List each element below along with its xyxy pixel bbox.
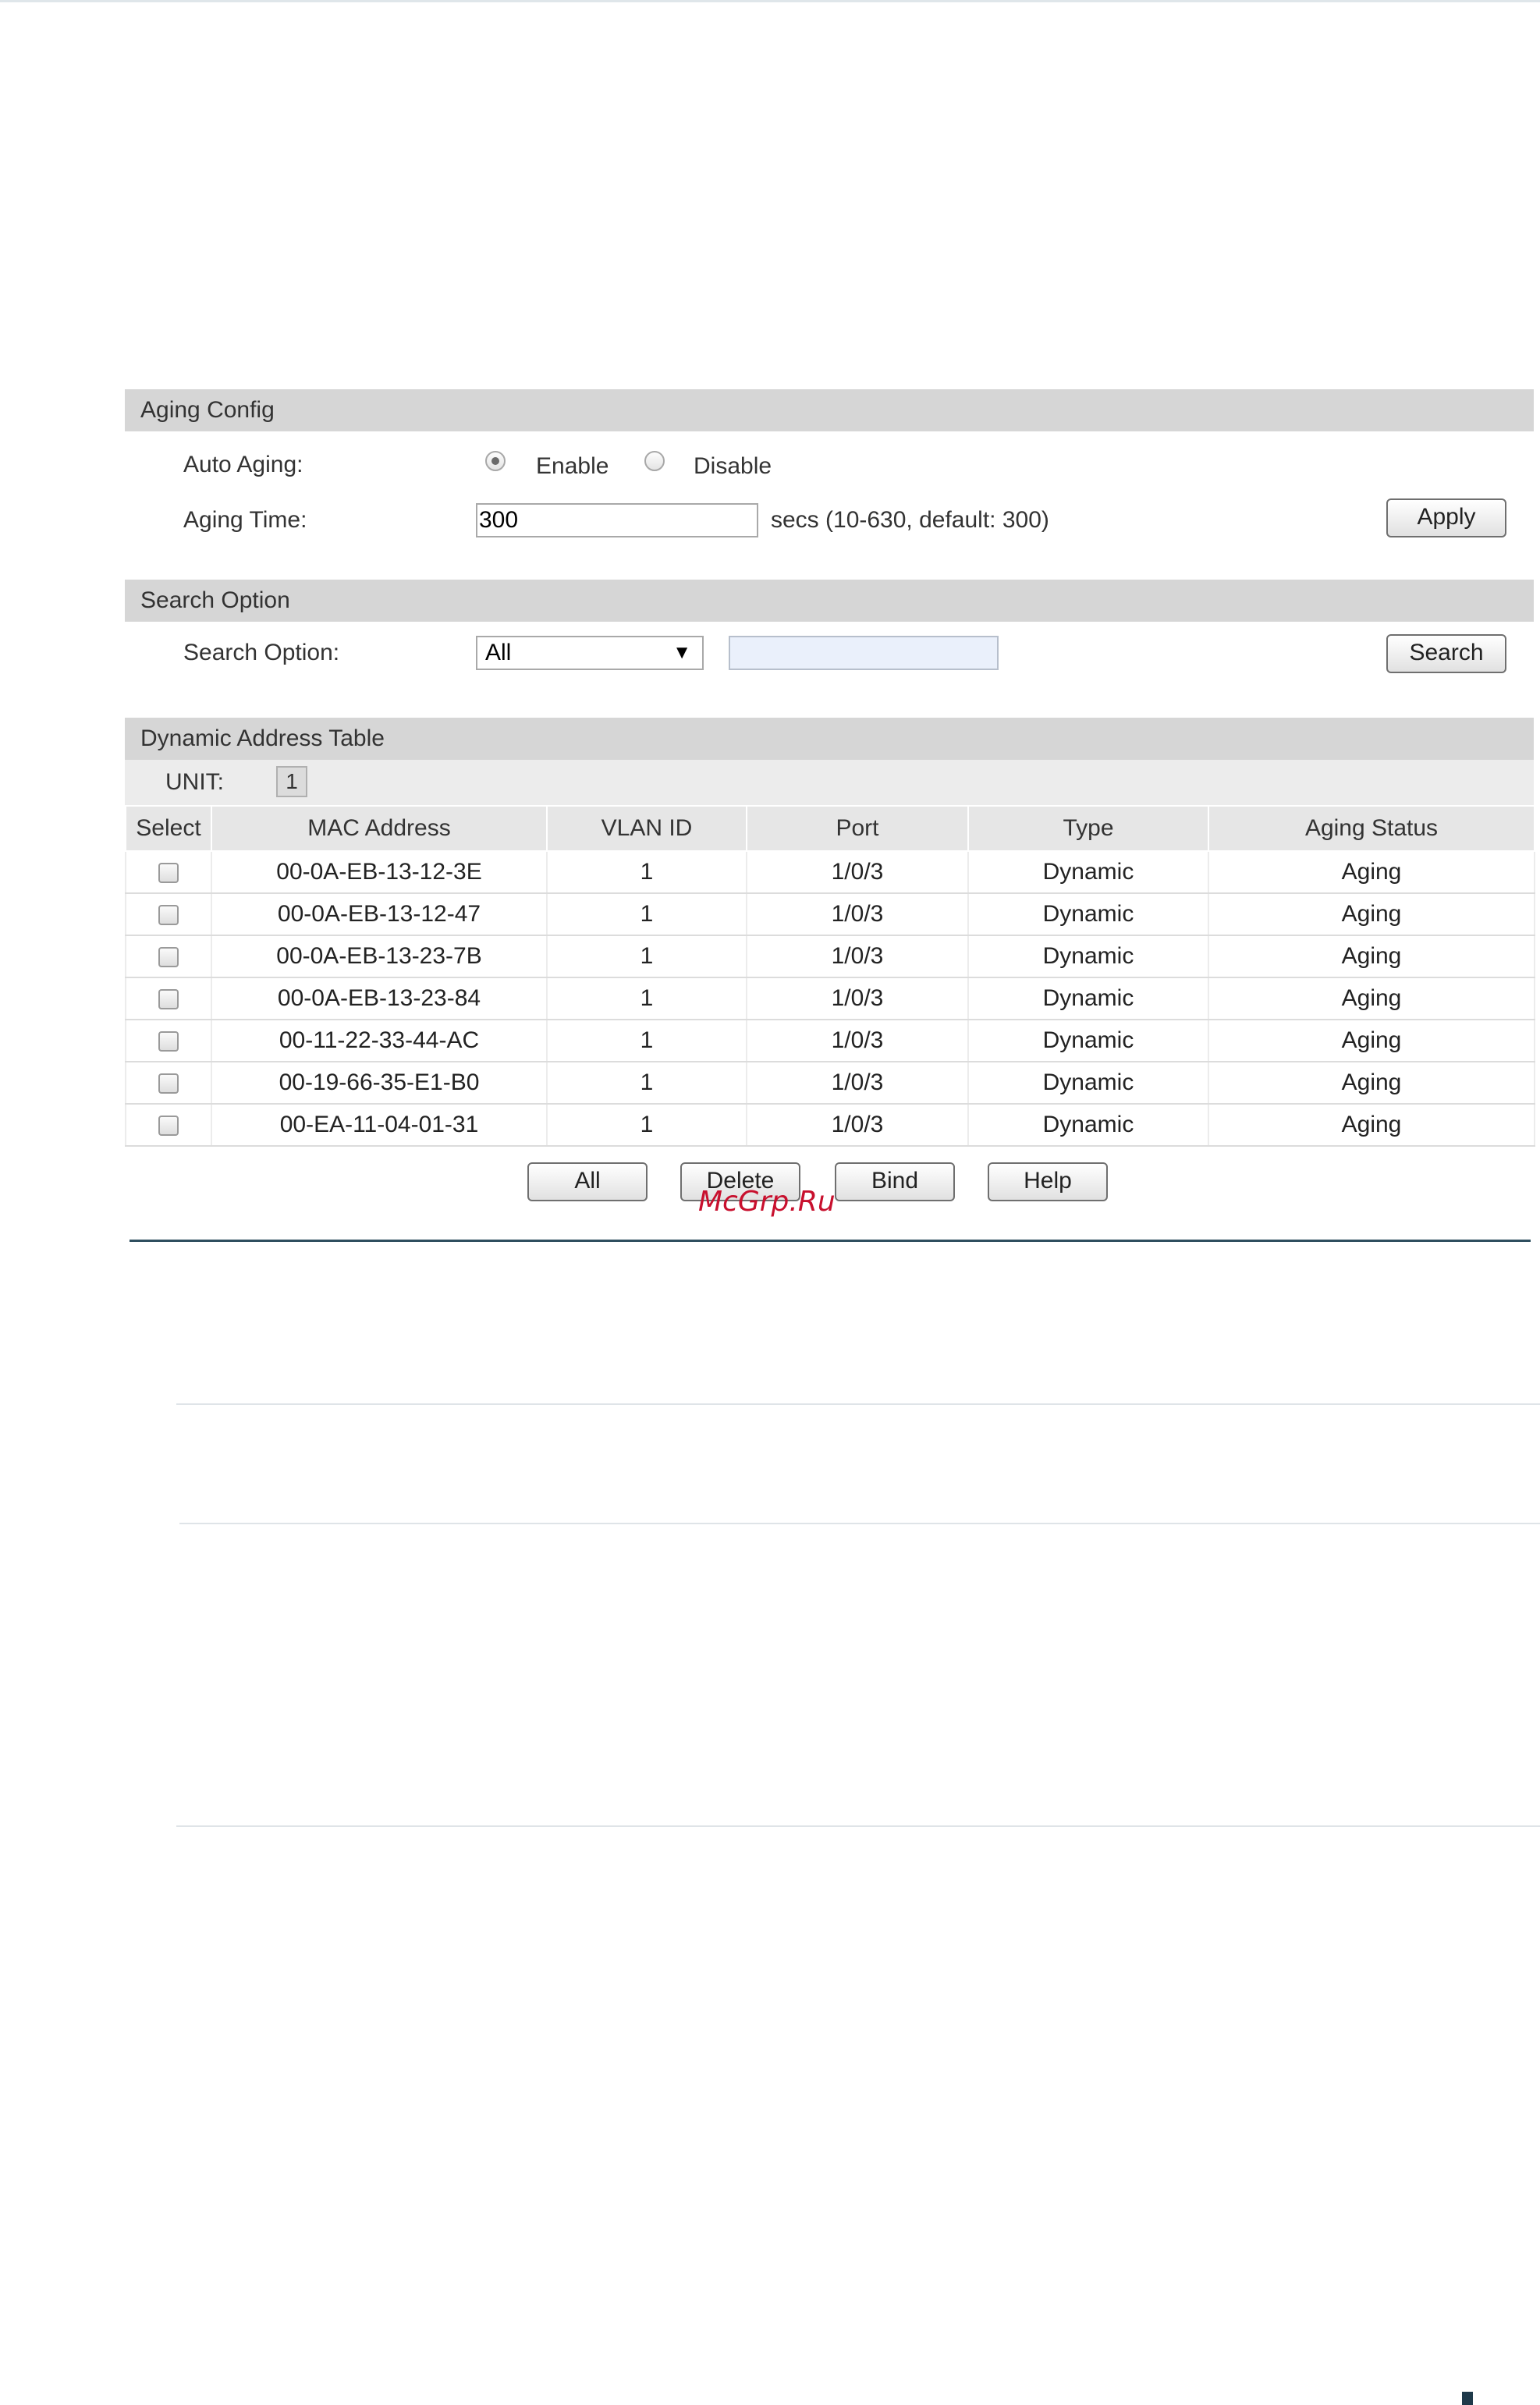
type-cell: Dynamic	[967, 1062, 1209, 1105]
unit-selector[interactable]: 1	[276, 766, 307, 797]
status-cell: Aging	[1208, 851, 1535, 894]
port-cell: 1/0/3	[746, 1020, 969, 1062]
mac-cell: 00-0A-EB-13-12-3E	[211, 851, 548, 894]
aging-time-hint: secs (10-630, default: 300)	[771, 507, 1049, 533]
mac-cell: 00-EA-11-04-01-31	[211, 1104, 548, 1147]
dynamic-address-table: Select MAC Address VLAN ID Port Type Agi…	[125, 805, 1535, 1147]
disable-radio[interactable]	[644, 451, 665, 471]
type-cell: Dynamic	[967, 893, 1209, 936]
row-select-cell	[125, 851, 212, 894]
dropdown-arrow-icon: ▼	[672, 642, 691, 663]
status-cell: Aging	[1208, 1062, 1535, 1105]
mac-cell: 00-0A-EB-13-23-84	[211, 977, 548, 1020]
vlan-cell: 1	[546, 935, 747, 978]
dynamic-table-header: Dynamic Address Table	[125, 718, 1534, 760]
search-option-header: Search Option	[125, 580, 1534, 622]
page-corner-mark	[1462, 2392, 1473, 2405]
unit-label: UNIT:	[165, 769, 224, 795]
search-input[interactable]	[729, 636, 999, 670]
vlan-cell: 1	[546, 1020, 747, 1062]
table-row: 00-0A-EB-13-12-47 1 1/0/3 Dynamic Aging	[125, 893, 1535, 936]
table-row: 00-19-66-35-E1-B0 1 1/0/3 Dynamic Aging	[125, 1062, 1535, 1105]
port-cell: 1/0/3	[746, 935, 969, 978]
column-header-mac: MAC Address	[211, 805, 548, 852]
row-select-cell	[125, 1062, 212, 1105]
mac-cell: 00-0A-EB-13-23-7B	[211, 935, 548, 978]
vlan-cell: 1	[546, 851, 747, 894]
aging-config-panel: Aging Config Auto Aging: Enable Disable …	[125, 389, 1534, 545]
table-row: 00-EA-11-04-01-31 1 1/0/3 Dynamic Aging	[125, 1104, 1535, 1147]
row-checkbox[interactable]	[158, 863, 179, 884]
column-header-aging-status: Aging Status	[1208, 805, 1535, 852]
row-select-cell	[125, 977, 212, 1020]
row-select-cell	[125, 935, 212, 978]
column-header-vlan: VLAN ID	[546, 805, 747, 852]
type-cell: Dynamic	[967, 935, 1209, 978]
table-row: 00-11-22-33-44-AC 1 1/0/3 Dynamic Aging	[125, 1020, 1535, 1062]
row-checkbox[interactable]	[158, 989, 179, 1010]
row-checkbox[interactable]	[158, 1073, 179, 1094]
type-cell: Dynamic	[967, 1020, 1209, 1062]
mac-cell: 00-19-66-35-E1-B0	[211, 1062, 548, 1105]
dynamic-table-panel: Dynamic Address Table UNIT: 1 Select MAC…	[125, 718, 1535, 1147]
row-checkbox[interactable]	[158, 905, 179, 926]
enable-radio[interactable]	[485, 451, 506, 471]
row-select-cell	[125, 893, 212, 936]
row-checkbox[interactable]	[158, 1031, 179, 1052]
apply-button[interactable]: Apply	[1386, 498, 1506, 537]
row-select-cell	[125, 1104, 212, 1147]
type-cell: Dynamic	[967, 851, 1209, 894]
aging-time-input[interactable]	[476, 503, 758, 537]
row-select-cell	[125, 1020, 212, 1062]
type-cell: Dynamic	[967, 977, 1209, 1020]
section-divider	[130, 1240, 1531, 1242]
vlan-cell: 1	[546, 1062, 747, 1105]
aging-time-label: Aging Time:	[183, 507, 307, 533]
aging-config-header: Aging Config	[125, 389, 1534, 431]
port-cell: 1/0/3	[746, 977, 969, 1020]
status-cell: Aging	[1208, 977, 1535, 1020]
table-row: 00-0A-EB-13-23-7B 1 1/0/3 Dynamic Aging	[125, 935, 1535, 978]
status-cell: Aging	[1208, 893, 1535, 936]
vlan-cell: 1	[546, 893, 747, 936]
mac-cell: 00-0A-EB-13-12-47	[211, 893, 548, 936]
search-option-label: Search Option:	[183, 640, 340, 665]
top-rule	[0, 0, 1540, 2]
table-row: 00-0A-EB-13-23-84 1 1/0/3 Dynamic Aging	[125, 977, 1535, 1020]
watermark: McGrp.Ru	[698, 1186, 836, 1218]
status-cell: Aging	[1208, 1020, 1535, 1062]
status-cell: Aging	[1208, 935, 1535, 978]
table-row: 00-0A-EB-13-12-3E 1 1/0/3 Dynamic Aging	[125, 851, 1535, 894]
vlan-cell: 1	[546, 1104, 747, 1147]
search-option-selected: All	[485, 640, 512, 665]
vlan-cell: 1	[546, 977, 747, 1020]
bind-button[interactable]: Bind	[835, 1162, 955, 1201]
divider-line	[176, 1403, 1540, 1405]
row-checkbox[interactable]	[158, 1116, 179, 1137]
divider-line	[179, 1523, 1540, 1524]
search-option-select[interactable]: All ▼	[476, 636, 704, 670]
column-header-select: Select	[125, 805, 212, 852]
type-cell: Dynamic	[967, 1104, 1209, 1147]
enable-label[interactable]: Enable	[536, 453, 609, 480]
table-header-row: Select MAC Address VLAN ID Port Type Agi…	[125, 805, 1535, 852]
select-all-button[interactable]: All	[527, 1162, 648, 1201]
column-header-type: Type	[967, 805, 1209, 852]
mac-cell: 00-11-22-33-44-AC	[211, 1020, 548, 1062]
search-option-panel: Search Option Search Option: All ▼ Searc…	[125, 580, 1534, 681]
port-cell: 1/0/3	[746, 893, 969, 936]
disable-label[interactable]: Disable	[694, 453, 772, 480]
unit-row: UNIT: 1	[125, 760, 1534, 805]
port-cell: 1/0/3	[746, 1104, 969, 1147]
row-checkbox[interactable]	[158, 947, 179, 968]
column-header-port: Port	[746, 805, 969, 852]
port-cell: 1/0/3	[746, 1062, 969, 1105]
help-button[interactable]: Help	[988, 1162, 1108, 1201]
port-cell: 1/0/3	[746, 851, 969, 894]
status-cell: Aging	[1208, 1104, 1535, 1147]
search-button[interactable]: Search	[1386, 634, 1506, 673]
auto-aging-label: Auto Aging:	[183, 452, 303, 477]
divider-line	[176, 1825, 1540, 1827]
